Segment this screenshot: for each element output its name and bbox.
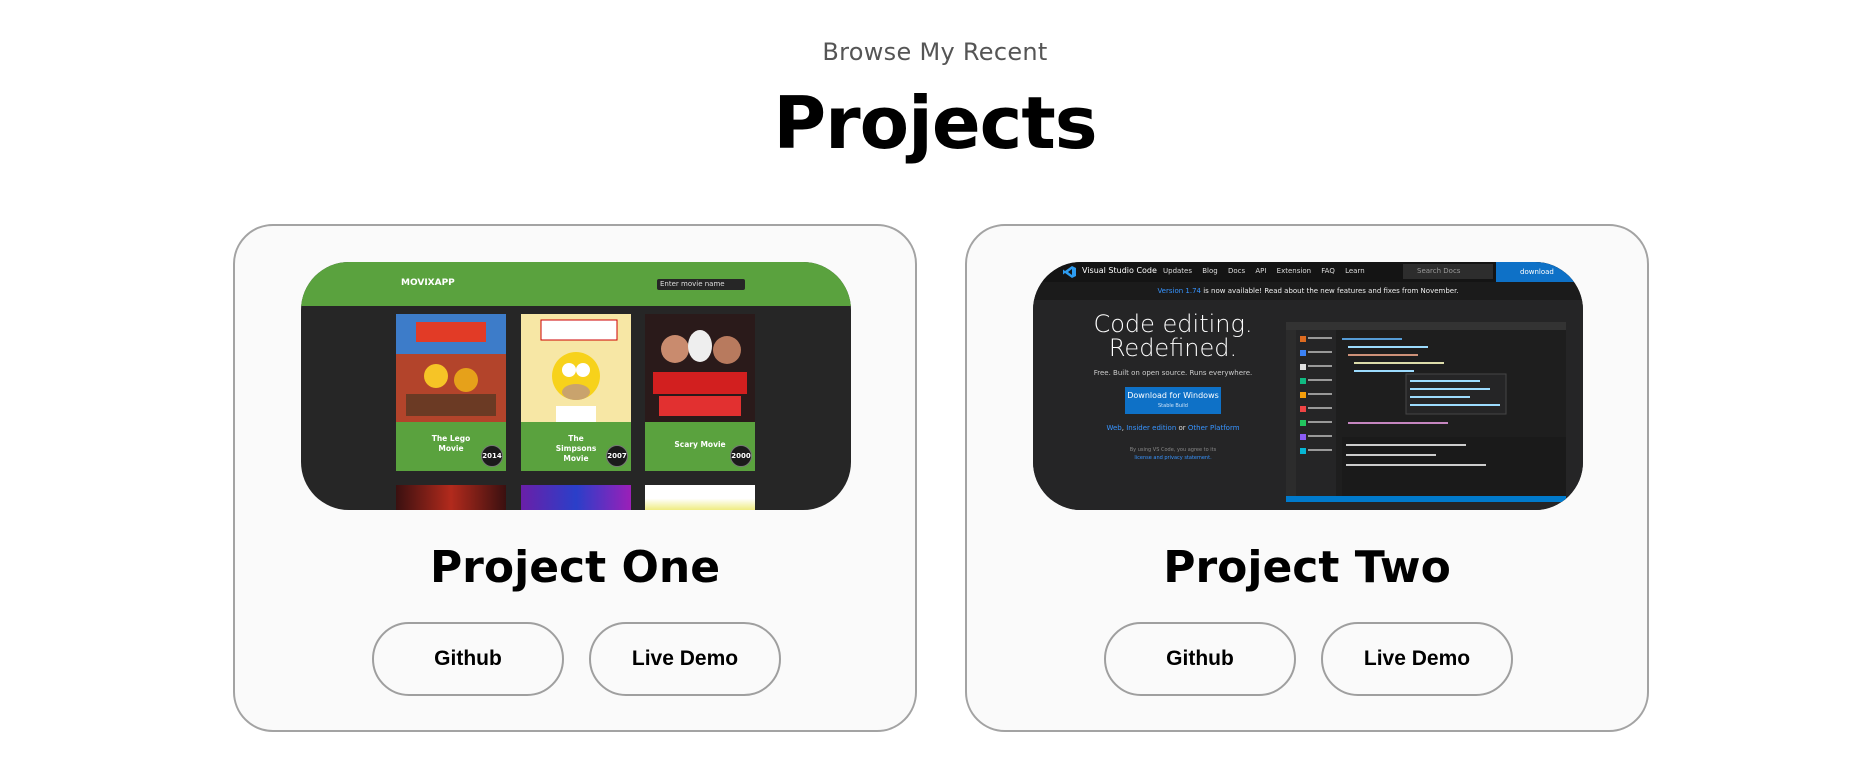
movie-card: The Lego Movie 2014	[396, 314, 506, 471]
project-two-preview[interactable]: Visual Studio Code Updates Blog Docs API…	[1033, 262, 1583, 510]
nav-item: Docs	[1227, 267, 1246, 275]
banner-text: is now available! Read about the new fea…	[1201, 287, 1459, 295]
vscode-nav: Updates Blog Docs API Extension FAQ Lear…	[1163, 267, 1373, 275]
movie-title: The	[568, 434, 584, 443]
project-card-one: MOVIXAPP Enter movie name The Lego Movie…	[233, 224, 917, 732]
vscode-download-button: download	[1496, 262, 1583, 282]
project-title: Project Two	[1163, 542, 1451, 593]
movie-poster	[521, 485, 631, 510]
project-card-two: Visual Studio Code Updates Blog Docs API…	[965, 224, 1649, 732]
live-demo-button[interactable]: Live Demo	[1321, 622, 1513, 696]
nav-item: Learn	[1345, 267, 1365, 275]
project-title: Project One	[429, 542, 721, 593]
alt-or: or	[1176, 424, 1188, 432]
movie-year-badge: 2014	[481, 445, 503, 467]
nav-item: API	[1255, 267, 1267, 275]
section-title: Projects	[773, 81, 1097, 165]
movie-title: The Lego	[431, 434, 471, 443]
vscode-logo-icon	[1063, 266, 1076, 278]
vscode-fine-print: By using VS Code, you agree to its licen…	[1063, 446, 1283, 462]
download-sublabel: Stable Build	[1158, 403, 1188, 409]
vscode-editor-screenshot	[1286, 322, 1566, 502]
nav-item: Blog	[1202, 267, 1218, 275]
alt-link: Other Platform	[1187, 424, 1240, 432]
fine-print-text: By using VS Code, you agree to its	[1129, 447, 1217, 453]
nav-item: Extension	[1276, 267, 1312, 275]
alt-link: Insider edition	[1126, 424, 1177, 432]
vscode-tagline: Free. Built on open source. Runs everywh…	[1093, 369, 1253, 377]
github-button[interactable]: Github	[1104, 622, 1296, 696]
section-subtitle: Browse My Recent	[822, 38, 1048, 66]
movie-poster	[645, 314, 755, 422]
live-demo-button[interactable]: Live Demo	[589, 622, 781, 696]
movie-poster	[521, 314, 631, 422]
banner-version: Version 1.74	[1157, 287, 1201, 295]
movie-year-badge: 2007	[606, 445, 628, 467]
vscode-headline: Code editing. Redefined.	[1063, 312, 1283, 360]
vscode-topbar: Visual Studio Code Updates Blog Docs API…	[1033, 262, 1583, 282]
movie-card: Scary Movie 2000	[645, 314, 755, 471]
alt-link: Web	[1106, 424, 1122, 432]
vscode-banner: Version 1.74 is now available! Read abou…	[1033, 282, 1583, 300]
movie-card: The Simpsons Movie 2007	[521, 314, 631, 471]
movix-search-input: Enter movie name	[657, 279, 745, 290]
github-button[interactable]: Github	[372, 622, 564, 696]
movix-logo: MOVIXAPP	[401, 278, 455, 288]
nav-item: FAQ	[1321, 267, 1335, 275]
project-one-preview[interactable]: MOVIXAPP Enter movie name The Lego Movie…	[301, 262, 851, 510]
vscode-search-input: Search Docs	[1403, 264, 1493, 279]
download-label: Download for Windows	[1127, 391, 1219, 400]
headline-line: Redefined.	[1108, 334, 1238, 362]
fine-print-link: license and privacy statement.	[1134, 455, 1212, 461]
movie-poster	[396, 485, 506, 510]
movie-poster	[396, 314, 506, 422]
vscode-windows-download: Download for Windows Stable Build	[1125, 387, 1221, 414]
movie-year-badge: 2000	[730, 445, 752, 467]
nav-item: Updates	[1163, 267, 1192, 275]
movie-poster	[645, 485, 755, 510]
vscode-brand: Visual Studio Code	[1082, 266, 1157, 275]
movix-header: MOVIXAPP Enter movie name	[301, 262, 851, 306]
headline-line: Code editing.	[1093, 310, 1253, 338]
vscode-alt-links: Web, Insider edition or Other Platform	[1106, 424, 1240, 432]
